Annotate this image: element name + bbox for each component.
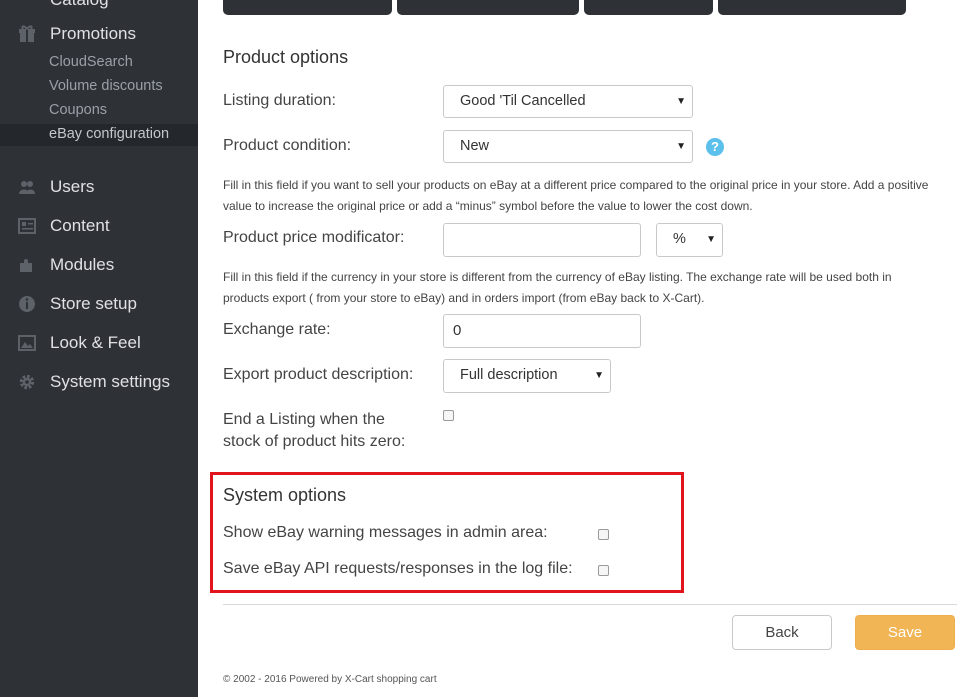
sidebar: Catalog Promotions CloudSearch Volume di… <box>0 0 198 697</box>
info-icon <box>18 295 36 313</box>
end-listing-label-line2: stock of product hits zero: <box>223 433 406 450</box>
product-condition-label: Product condition: <box>223 137 352 154</box>
image-icon <box>18 334 36 352</box>
sidebar-subitem-label: CloudSearch <box>49 54 133 70</box>
sidebar-item-label: Promotions <box>50 24 136 43</box>
system-options-title: System options <box>223 485 347 505</box>
sidebar-item-catalog[interactable]: Catalog <box>0 0 198 13</box>
gift-icon <box>18 25 36 43</box>
sidebar-item-modules[interactable]: Modules <box>0 252 198 278</box>
users-icon <box>18 178 36 196</box>
price-modificator-label: Product price modificator: <box>223 229 405 246</box>
sidebar-subitem-ebay-configuration[interactable]: eBay configuration <box>0 124 198 146</box>
end-listing-label-line1: End a Listing when the <box>223 411 385 428</box>
tab[interactable] <box>223 0 392 15</box>
sidebar-subitem-label: Volume discounts <box>49 78 163 94</box>
sidebar-item-label: Look & Feel <box>50 333 141 352</box>
sidebar-subitem-coupons[interactable]: Coupons <box>0 100 198 122</box>
price-modificator-input[interactable] <box>443 223 641 257</box>
sidebar-item-label: Catalog <box>50 0 109 10</box>
gear-icon <box>18 373 36 391</box>
exchange-rate-label: Exchange rate: <box>223 321 331 338</box>
chevron-down-icon: ▼ <box>706 234 716 245</box>
listing-duration-label: Listing duration: <box>223 92 336 109</box>
show-warnings-checkbox[interactable] <box>598 529 609 540</box>
sidebar-item-store-setup[interactable]: Store setup <box>0 291 198 317</box>
export-description-select[interactable]: Full description ▼ <box>443 359 611 393</box>
tab[interactable] <box>584 0 713 15</box>
sidebar-item-label: Users <box>50 177 95 196</box>
puzzle-icon <box>18 256 36 274</box>
chevron-down-icon: ▼ <box>676 141 686 152</box>
listing-duration-value: Good 'Til Cancelled <box>460 93 586 109</box>
back-button[interactable]: Back <box>732 615 832 650</box>
show-warnings-label: Show eBay warning messages in admin area… <box>223 524 548 541</box>
chevron-down-icon: ▼ <box>676 96 686 107</box>
sidebar-item-label: Modules <box>50 255 115 274</box>
sidebar-subitem-label: Coupons <box>49 102 108 118</box>
sidebar-item-system-settings[interactable]: System settings <box>0 369 198 395</box>
product-condition-select[interactable]: New ▼ <box>443 130 693 163</box>
product-condition-value: New <box>460 138 490 154</box>
price-help-text: Fill in this field if you want to sell y… <box>223 178 929 213</box>
price-modificator-unit-select[interactable]: % ▼ <box>656 223 723 257</box>
sidebar-item-content[interactable]: Content <box>0 213 198 239</box>
sidebar-item-label: Store setup <box>50 294 137 313</box>
export-description-label: Export product description: <box>223 366 414 383</box>
sidebar-item-label: Content <box>50 216 110 235</box>
sidebar-subitem-volume-discounts[interactable]: Volume discounts <box>0 76 198 98</box>
product-options-title: Product options <box>223 47 349 67</box>
sidebar-item-look-feel[interactable]: Look & Feel <box>0 330 198 356</box>
sidebar-subitem-label: eBay configuration <box>49 126 170 142</box>
export-description-value: Full description <box>460 367 558 383</box>
sidebar-item-label: System settings <box>50 372 170 391</box>
footer-copyright: © 2002 - 2016 Powered by X-Cart shopping… <box>223 674 437 685</box>
currency-help-text: Fill in this field if the currency in yo… <box>223 270 892 305</box>
price-unit-value: % <box>673 231 686 247</box>
tab[interactable] <box>718 0 906 15</box>
exchange-rate-input[interactable]: 0 <box>443 314 641 348</box>
save-button[interactable]: Save <box>855 615 955 650</box>
save-api-log-label: Save eBay API requests/responses in the … <box>223 560 573 577</box>
sidebar-subitem-cloudsearch[interactable]: CloudSearch <box>0 52 198 74</box>
end-listing-checkbox[interactable] <box>443 410 454 421</box>
sidebar-item-promotions[interactable]: Promotions <box>0 21 198 47</box>
tab[interactable] <box>397 0 579 15</box>
divider <box>223 604 957 605</box>
listing-duration-select[interactable]: Good 'Til Cancelled ▼ <box>443 85 693 118</box>
save-api-log-checkbox[interactable] <box>598 565 609 576</box>
chevron-down-icon: ▼ <box>594 370 604 381</box>
content-icon <box>18 217 36 235</box>
help-icon[interactable]: ? <box>706 138 724 156</box>
sidebar-item-users[interactable]: Users <box>0 174 198 200</box>
